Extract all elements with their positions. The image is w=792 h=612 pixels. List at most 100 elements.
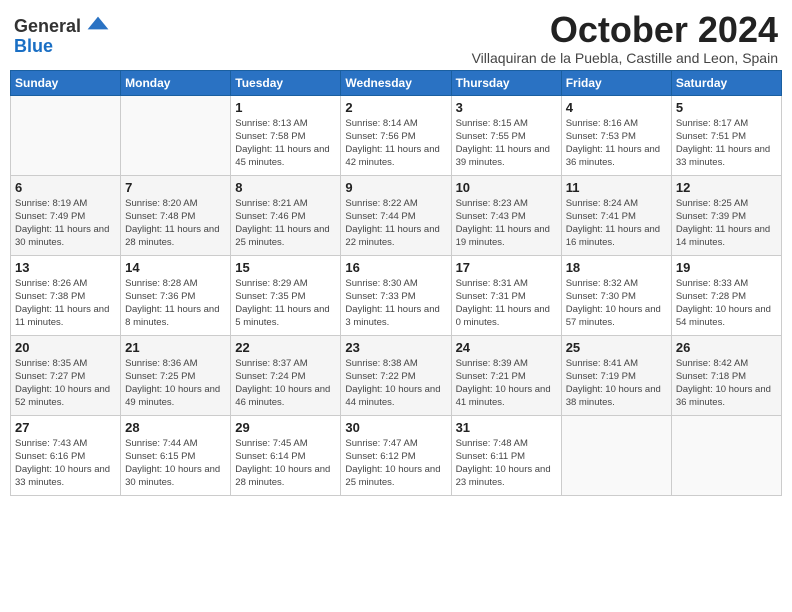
day-info: Sunrise: 8:36 AM Sunset: 7:25 PM Dayligh… <box>125 357 226 410</box>
calendar-cell: 29 Sunrise: 7:45 AM Sunset: 6:14 PM Dayli… <box>231 415 341 495</box>
day-info: Sunrise: 8:32 AM Sunset: 7:30 PM Dayligh… <box>566 277 667 330</box>
calendar-cell: 21 Sunrise: 8:36 AM Sunset: 7:25 PM Dayli… <box>121 335 231 415</box>
logo-icon <box>86 14 110 32</box>
day-info: Sunrise: 8:14 AM Sunset: 7:56 PM Dayligh… <box>345 117 446 170</box>
day-info: Sunrise: 8:22 AM Sunset: 7:44 PM Dayligh… <box>345 197 446 250</box>
day-number: 26 <box>676 340 777 355</box>
calendar-cell: 2 Sunrise: 8:14 AM Sunset: 7:56 PM Daylig… <box>341 95 451 175</box>
day-info: Sunrise: 8:35 AM Sunset: 7:27 PM Dayligh… <box>15 357 116 410</box>
calendar-week-4: 20 Sunrise: 8:35 AM Sunset: 7:27 PM Dayli… <box>11 335 782 415</box>
weekday-header-saturday: Saturday <box>671 70 781 95</box>
weekday-header-row: SundayMondayTuesdayWednesdayThursdayFrid… <box>11 70 782 95</box>
calendar-cell: 12 Sunrise: 8:25 AM Sunset: 7:39 PM Dayli… <box>671 175 781 255</box>
calendar-cell: 3 Sunrise: 8:15 AM Sunset: 7:55 PM Daylig… <box>451 95 561 175</box>
day-info: Sunrise: 7:47 AM Sunset: 6:12 PM Dayligh… <box>345 437 446 490</box>
day-number: 15 <box>235 260 336 275</box>
day-number: 11 <box>566 180 667 195</box>
day-info: Sunrise: 8:42 AM Sunset: 7:18 PM Dayligh… <box>676 357 777 410</box>
calendar-cell: 17Sunrise: 8:31 AM Sunset: 7:31 PM Dayli… <box>451 255 561 335</box>
calendar-cell <box>121 95 231 175</box>
day-info: Sunrise: 8:24 AM Sunset: 7:41 PM Dayligh… <box>566 197 667 250</box>
day-number: 1 <box>235 100 336 115</box>
day-number: 29 <box>235 420 336 435</box>
calendar-cell: 27 Sunrise: 7:43 AM Sunset: 6:16 PM Dayli… <box>11 415 121 495</box>
calendar-cell: 25 Sunrise: 8:41 AM Sunset: 7:19 PM Dayli… <box>561 335 671 415</box>
day-info: Sunrise: 8:28 AM Sunset: 7:36 PM Dayligh… <box>125 277 226 330</box>
calendar-cell: 31 Sunrise: 7:48 AM Sunset: 6:11 PM Dayli… <box>451 415 561 495</box>
day-info: Sunrise: 8:25 AM Sunset: 7:39 PM Dayligh… <box>676 197 777 250</box>
title-block: October 2024 Villaquiran de la Puebla, C… <box>472 10 778 66</box>
day-number: 23 <box>345 340 446 355</box>
day-number: 10 <box>456 180 557 195</box>
calendar-cell: 18Sunrise: 8:32 AM Sunset: 7:30 PM Dayli… <box>561 255 671 335</box>
calendar-cell: 22 Sunrise: 8:37 AM Sunset: 7:24 PM Dayli… <box>231 335 341 415</box>
calendar-week-2: 6Sunrise: 8:19 AM Sunset: 7:49 PM Daylig… <box>11 175 782 255</box>
calendar-cell: 11 Sunrise: 8:24 AM Sunset: 7:41 PM Dayli… <box>561 175 671 255</box>
day-number: 16 <box>345 260 446 275</box>
day-number: 20 <box>15 340 116 355</box>
day-number: 31 <box>456 420 557 435</box>
calendar-table: SundayMondayTuesdayWednesdayThursdayFrid… <box>10 70 782 496</box>
calendar-cell: 7Sunrise: 8:20 AM Sunset: 7:48 PM Daylig… <box>121 175 231 255</box>
day-info: Sunrise: 7:45 AM Sunset: 6:14 PM Dayligh… <box>235 437 336 490</box>
calendar-week-5: 27 Sunrise: 7:43 AM Sunset: 6:16 PM Dayli… <box>11 415 782 495</box>
weekday-header-tuesday: Tuesday <box>231 70 341 95</box>
day-number: 25 <box>566 340 667 355</box>
day-number: 4 <box>566 100 667 115</box>
logo: General Blue <box>14 14 110 55</box>
day-info: Sunrise: 7:48 AM Sunset: 6:11 PM Dayligh… <box>456 437 557 490</box>
day-number: 9 <box>345 180 446 195</box>
page-header: General Blue October 2024 Villaquiran de… <box>10 10 782 66</box>
day-info: Sunrise: 8:19 AM Sunset: 7:49 PM Dayligh… <box>15 197 116 250</box>
calendar-cell <box>11 95 121 175</box>
calendar-cell: 6Sunrise: 8:19 AM Sunset: 7:49 PM Daylig… <box>11 175 121 255</box>
day-info: Sunrise: 7:44 AM Sunset: 6:15 PM Dayligh… <box>125 437 226 490</box>
calendar-cell: 26 Sunrise: 8:42 AM Sunset: 7:18 PM Dayli… <box>671 335 781 415</box>
day-info: Sunrise: 8:37 AM Sunset: 7:24 PM Dayligh… <box>235 357 336 410</box>
month-title: October 2024 <box>472 10 778 50</box>
day-number: 19 <box>676 260 777 275</box>
day-number: 24 <box>456 340 557 355</box>
calendar-cell: 23 Sunrise: 8:38 AM Sunset: 7:22 PM Dayli… <box>341 335 451 415</box>
day-info: Sunrise: 8:16 AM Sunset: 7:53 PM Dayligh… <box>566 117 667 170</box>
calendar-cell: 20 Sunrise: 8:35 AM Sunset: 7:27 PM Dayli… <box>11 335 121 415</box>
logo-general-text: General <box>14 16 81 36</box>
day-number: 3 <box>456 100 557 115</box>
day-info: Sunrise: 8:29 AM Sunset: 7:35 PM Dayligh… <box>235 277 336 330</box>
weekday-header-thursday: Thursday <box>451 70 561 95</box>
calendar-cell <box>561 415 671 495</box>
day-number: 28 <box>125 420 226 435</box>
calendar-cell: 28 Sunrise: 7:44 AM Sunset: 6:15 PM Dayli… <box>121 415 231 495</box>
calendar-cell: 5Sunrise: 8:17 AM Sunset: 7:51 PM Daylig… <box>671 95 781 175</box>
day-info: Sunrise: 8:20 AM Sunset: 7:48 PM Dayligh… <box>125 197 226 250</box>
day-number: 2 <box>345 100 446 115</box>
day-info: Sunrise: 8:39 AM Sunset: 7:21 PM Dayligh… <box>456 357 557 410</box>
day-info: Sunrise: 8:41 AM Sunset: 7:19 PM Dayligh… <box>566 357 667 410</box>
calendar-week-1: 1Sunrise: 8:13 AM Sunset: 7:58 PM Daylig… <box>11 95 782 175</box>
day-number: 14 <box>125 260 226 275</box>
day-number: 21 <box>125 340 226 355</box>
weekday-header-friday: Friday <box>561 70 671 95</box>
weekday-header-monday: Monday <box>121 70 231 95</box>
calendar-cell: 13Sunrise: 8:26 AM Sunset: 7:38 PM Dayli… <box>11 255 121 335</box>
day-info: Sunrise: 8:15 AM Sunset: 7:55 PM Dayligh… <box>456 117 557 170</box>
day-number: 30 <box>345 420 446 435</box>
calendar-cell: 14 Sunrise: 8:28 AM Sunset: 7:36 PM Dayli… <box>121 255 231 335</box>
day-info: Sunrise: 8:21 AM Sunset: 7:46 PM Dayligh… <box>235 197 336 250</box>
day-number: 22 <box>235 340 336 355</box>
calendar-cell: 8 Sunrise: 8:21 AM Sunset: 7:46 PM Daylig… <box>231 175 341 255</box>
logo-blue-text: Blue <box>14 37 53 55</box>
calendar-cell: 19Sunrise: 8:33 AM Sunset: 7:28 PM Dayli… <box>671 255 781 335</box>
day-info: Sunrise: 7:43 AM Sunset: 6:16 PM Dayligh… <box>15 437 116 490</box>
location-title: Villaquiran de la Puebla, Castille and L… <box>472 50 778 66</box>
day-info: Sunrise: 8:17 AM Sunset: 7:51 PM Dayligh… <box>676 117 777 170</box>
day-number: 12 <box>676 180 777 195</box>
day-number: 13 <box>15 260 116 275</box>
day-info: Sunrise: 8:38 AM Sunset: 7:22 PM Dayligh… <box>345 357 446 410</box>
day-number: 8 <box>235 180 336 195</box>
calendar-cell <box>671 415 781 495</box>
calendar-cell: 9 Sunrise: 8:22 AM Sunset: 7:44 PM Daylig… <box>341 175 451 255</box>
day-number: 27 <box>15 420 116 435</box>
calendar-cell: 16Sunrise: 8:30 AM Sunset: 7:33 PM Dayli… <box>341 255 451 335</box>
weekday-header-wednesday: Wednesday <box>341 70 451 95</box>
